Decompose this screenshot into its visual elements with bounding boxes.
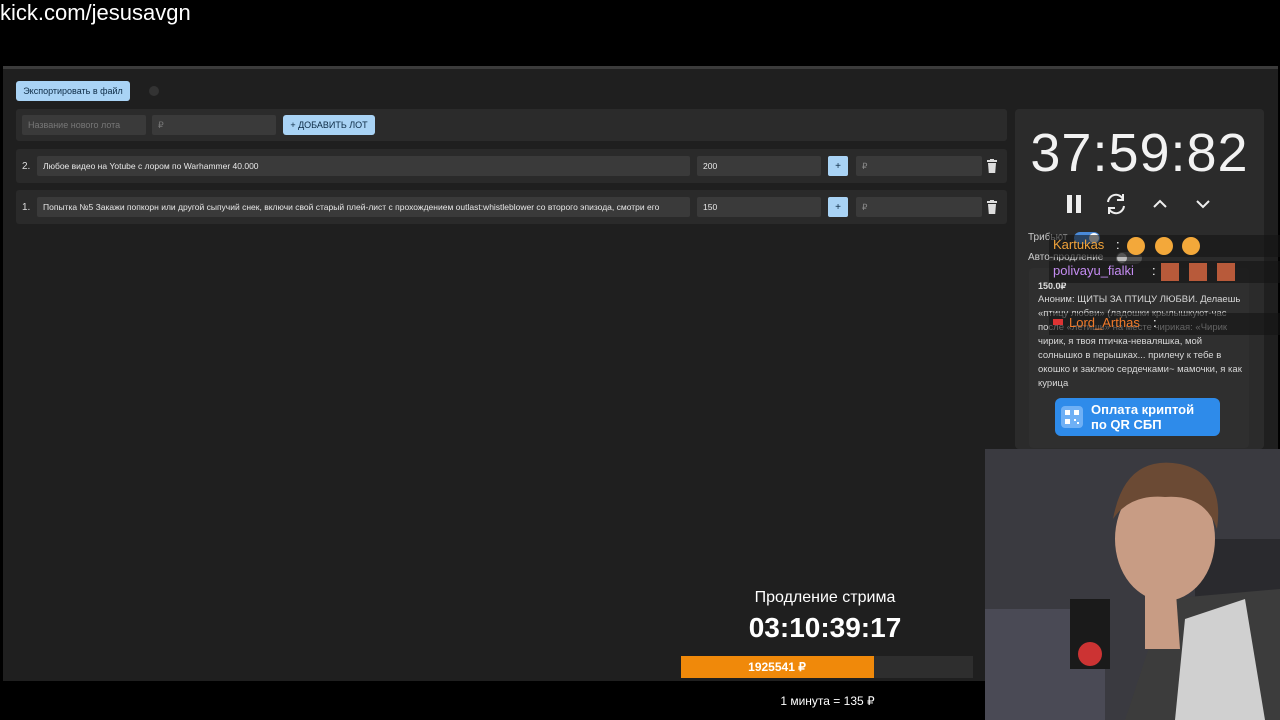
webcam-image	[985, 449, 1280, 720]
add-lot-button[interactable]: + ДОБАВИТЬ ЛОТ	[283, 115, 375, 135]
chat-username: Kartukas	[1053, 237, 1105, 252]
emote-icon	[1182, 237, 1200, 255]
chat-separator: :	[1116, 237, 1120, 252]
export-button[interactable]: Экспортировать в файл	[16, 81, 130, 101]
crypto-line-2: по QR СБП	[1091, 417, 1162, 432]
lot-title-input[interactable]: Попытка №5 Закажи попкорн или другой сып…	[37, 197, 690, 217]
add-amount-button[interactable]: +	[828, 197, 848, 217]
trash-icon[interactable]	[986, 200, 998, 214]
progress-label: 1925541 ₽	[748, 660, 806, 674]
extension-title: Продление стрима	[754, 589, 896, 606]
chat-line: polivayu_fialki :	[1049, 261, 1280, 283]
donation-message: Аноним: ЩИТЫ ЗА ПТИЦУ ЛЮБВИ. Делаешь «пт…	[1038, 294, 1242, 389]
crypto-payment-banner: Оплата криптой по QR СБП	[1055, 398, 1220, 436]
chat-line: Kartukas :	[1049, 235, 1280, 257]
lot-amount[interactable]: 150	[697, 197, 821, 217]
pause-icon[interactable]	[1061, 191, 1087, 217]
chat-username: polivayu_fialki	[1053, 263, 1134, 278]
lot-number: 2.	[22, 161, 31, 172]
chat-separator: :	[1153, 315, 1157, 330]
lot-amount[interactable]: 200	[697, 156, 821, 176]
lot-add-amount-input[interactable]: ₽	[856, 197, 982, 217]
auction-timer: 37:59:82	[1030, 123, 1249, 183]
lot-title-input[interactable]: Любое видео на Yotube с лором по Warhamm…	[37, 156, 690, 176]
extension-timer: 03:10:39:17	[748, 612, 902, 643]
emote-icon	[1155, 237, 1173, 255]
trash-icon[interactable]	[986, 159, 998, 173]
badge-icon	[1053, 319, 1063, 325]
rate-text: 1 минута = 135 ₽	[780, 694, 875, 708]
reset-icon[interactable]	[1103, 191, 1129, 217]
crypto-line-1: Оплата криптой	[1091, 402, 1195, 417]
status-indicator	[149, 86, 159, 96]
webcam-feed	[985, 449, 1280, 720]
add-amount-button[interactable]: +	[828, 156, 848, 176]
lot-number: 1.	[22, 202, 31, 213]
lot-add-amount-input[interactable]: ₽	[856, 156, 982, 176]
chat-line: Lord_Arthas :	[1049, 313, 1280, 335]
emote-icon	[1127, 237, 1145, 255]
emote-icon	[1189, 263, 1207, 281]
chevron-down-icon[interactable]	[1190, 191, 1216, 217]
qr-code-icon	[1061, 406, 1083, 428]
emote-icon	[1217, 263, 1235, 281]
chevron-up-icon[interactable]	[1147, 191, 1173, 217]
chat-separator: :	[1152, 263, 1156, 278]
chat-username: Lord_Arthas	[1069, 315, 1140, 330]
stream-url: kick.com/jesusavgn	[0, 0, 191, 25]
emote-icon	[1161, 263, 1179, 281]
new-lot-name-input[interactable]: Название нового лота	[22, 115, 146, 135]
new-lot-price-input[interactable]: ₽	[152, 115, 276, 135]
